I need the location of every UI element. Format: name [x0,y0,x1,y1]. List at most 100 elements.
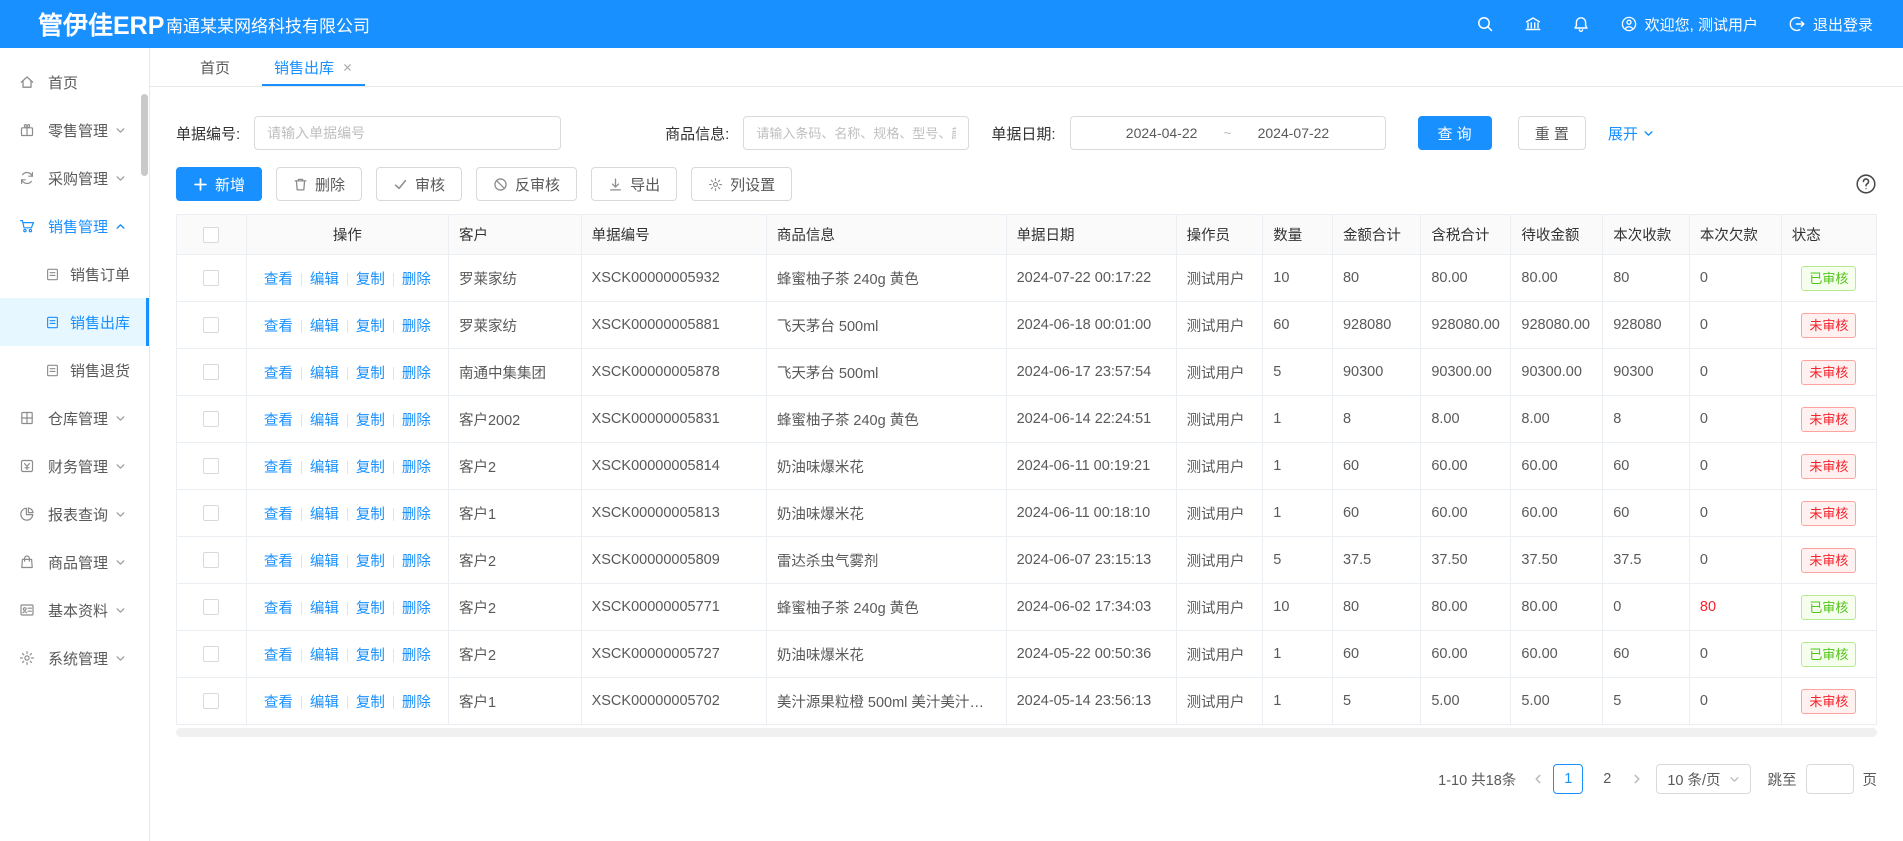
row-action-copy[interactable]: 复制 [356,648,385,664]
row-action-edit[interactable]: 编辑 [310,648,339,664]
row-action-edit[interactable]: 编辑 [310,319,339,335]
row-action-view[interactable]: 查看 [264,413,293,429]
sidebar-item-retail[interactable]: 零售管理 [0,106,149,154]
row-action-view[interactable]: 查看 [264,554,293,570]
welcome-user[interactable]: 欢迎您, 测试用户 [1620,14,1758,35]
row-checkbox[interactable] [203,505,219,521]
row-actions: 查看 编辑 复制 删除 [246,396,448,443]
row-action-copy[interactable]: 复制 [356,460,385,476]
add-button[interactable]: 新增 [176,167,262,201]
row-action-edit[interactable]: 编辑 [310,554,339,570]
row-action-view[interactable]: 查看 [264,460,293,476]
row-checkbox[interactable] [203,693,219,709]
row-action-copy[interactable]: 复制 [356,366,385,382]
row-action-delete[interactable]: 删除 [402,601,431,617]
row-action-copy[interactable]: 复制 [356,272,385,288]
bill-date-label: 单据日期: [991,123,1055,144]
row-action-delete[interactable]: 删除 [402,648,431,664]
date-range-input[interactable]: 2024-04-22 ~ 2024-07-22 [1070,116,1386,150]
row-checkbox[interactable] [203,364,219,380]
page-button-2[interactable]: 2 [1592,764,1622,794]
audit-button[interactable]: 审核 [376,167,462,201]
cell-tax-total: 5.00 [1421,678,1511,725]
unaudit-button[interactable]: 反审核 [476,167,577,201]
sidebar-item-finance[interactable]: 财务管理 [0,442,149,490]
bell-icon[interactable] [1572,15,1590,33]
row-action-copy[interactable]: 复制 [356,413,385,429]
row-action-delete[interactable]: 删除 [402,507,431,523]
sidebar-item-purchase[interactable]: 采购管理 [0,154,149,202]
sidebar-item-sales-outbound[interactable]: 销售出库 [0,298,149,346]
search-icon[interactable] [1476,15,1494,33]
row-action-edit[interactable]: 编辑 [310,507,339,523]
row-action-view[interactable]: 查看 [264,507,293,523]
row-checkbox[interactable] [203,552,219,568]
row-checkbox[interactable] [203,411,219,427]
row-action-view[interactable]: 查看 [264,366,293,382]
row-checkbox[interactable] [203,270,219,286]
row-action-delete[interactable]: 删除 [402,272,431,288]
help-icon[interactable] [1855,173,1877,195]
table-horizontal-scrollbar[interactable] [176,728,1877,737]
sidebar-item-home[interactable]: 首页 [0,58,149,106]
reset-button[interactable]: 重 置 [1518,116,1586,150]
columns-button[interactable]: 列设置 [691,167,792,201]
tab-sales-outbound[interactable]: 销售出库 [252,48,375,86]
prev-page-icon[interactable] [1532,773,1544,785]
row-action-delete[interactable]: 删除 [402,460,431,476]
row-action-view[interactable]: 查看 [264,272,293,288]
jump-page-input[interactable] [1806,764,1854,794]
row-action-delete[interactable]: 删除 [402,413,431,429]
sidebar-item-basic[interactable]: 基本资料 [0,586,149,634]
tab-home[interactable]: 首页 [178,48,252,86]
row-action-copy[interactable]: 复制 [356,554,385,570]
row-action-copy[interactable]: 复制 [356,319,385,335]
row-action-view[interactable]: 查看 [264,319,293,335]
close-icon[interactable] [342,62,353,73]
row-action-edit[interactable]: 编辑 [310,272,339,288]
page-size-select[interactable]: 10 条/页 [1656,764,1750,794]
next-page-icon[interactable] [1631,773,1643,785]
table-row: 查看编辑复制删除客户2002XSCK00000005831蜂蜜柚子茶 240g … [177,396,1877,443]
row-action-delete[interactable]: 删除 [402,695,431,711]
expand-link[interactable]: 展开 [1608,123,1654,144]
select-all-checkbox[interactable] [203,227,219,243]
row-action-delete[interactable]: 删除 [402,366,431,382]
sidebar-scrollbar[interactable] [141,94,148,176]
row-action-view[interactable]: 查看 [264,648,293,664]
logout-button[interactable]: 退出登录 [1788,14,1873,35]
sidebar-item-sales-return[interactable]: 销售退货 [0,346,149,394]
row-checkbox[interactable] [203,317,219,333]
sidebar-item-sales[interactable]: 销售管理 [0,202,149,250]
row-action-delete[interactable]: 删除 [402,554,431,570]
cell-qty: 1 [1263,443,1333,490]
sidebar-item-report[interactable]: 报表查询 [0,490,149,538]
topbar-actions: 欢迎您, 测试用户 退出登录 [1476,14,1903,35]
cell-customer: 南通中集集团 [448,349,581,396]
row-checkbox[interactable] [203,599,219,615]
search-button[interactable]: 查 询 [1418,116,1492,150]
row-action-edit[interactable]: 编辑 [310,460,339,476]
row-action-edit[interactable]: 编辑 [310,413,339,429]
export-button[interactable]: 导出 [591,167,677,201]
row-checkbox[interactable] [203,458,219,474]
product-info-input[interactable] [743,116,969,150]
sidebar-item-sales-order[interactable]: 销售订单 [0,250,149,298]
row-action-view[interactable]: 查看 [264,695,293,711]
row-action-copy[interactable]: 复制 [356,695,385,711]
bank-icon[interactable] [1524,15,1542,33]
delete-button[interactable]: 删除 [276,167,362,201]
sidebar-item-warehouse[interactable]: 仓库管理 [0,394,149,442]
sidebar-item-product[interactable]: 商品管理 [0,538,149,586]
row-action-edit[interactable]: 编辑 [310,601,339,617]
bill-no-input[interactable] [254,116,561,150]
row-checkbox[interactable] [203,646,219,662]
page-button-1[interactable]: 1 [1553,764,1583,794]
row-action-view[interactable]: 查看 [264,601,293,617]
row-action-delete[interactable]: 删除 [402,319,431,335]
row-action-edit[interactable]: 编辑 [310,695,339,711]
sidebar-item-system[interactable]: 系统管理 [0,634,149,682]
row-action-copy[interactable]: 复制 [356,601,385,617]
row-action-copy[interactable]: 复制 [356,507,385,523]
row-action-edit[interactable]: 编辑 [310,366,339,382]
